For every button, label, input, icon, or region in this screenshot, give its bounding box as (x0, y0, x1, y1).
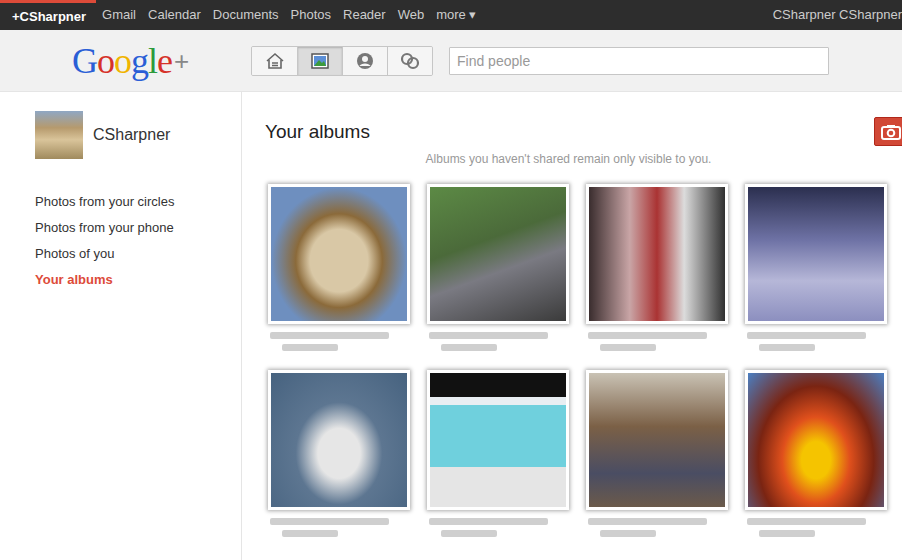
caption-blur (270, 332, 389, 339)
circles-icon[interactable] (399, 52, 421, 70)
profile-view-button[interactable] (342, 47, 387, 75)
album-caption (586, 324, 728, 351)
more-arrow-icon[interactable]: ▾ (469, 7, 476, 22)
logo-text[interactable]: Google (72, 41, 172, 81)
caption-blur (429, 518, 548, 525)
album-cover[interactable] (586, 370, 728, 510)
album-caption (268, 510, 410, 537)
app-link[interactable]: Calendar (142, 0, 207, 30)
albums-panel: Your albums Albums you haven't shared re… (242, 92, 902, 560)
profile-link[interactable]: +CSharpner (0, 0, 96, 30)
sidebar-menu: Photos from your circlesPhotos from your… (35, 189, 241, 293)
account-name[interactable]: CSharpner CSharpner (763, 0, 902, 30)
caption-blur (282, 344, 338, 351)
profile-icon[interactable] (355, 52, 375, 70)
caption-blur (282, 530, 338, 537)
search-field[interactable] (449, 47, 829, 75)
avatar-photo[interactable] (35, 111, 83, 159)
caption-blur (747, 332, 866, 339)
album-caption (427, 510, 569, 537)
top-bar: +CSharpner GmailCalendarDocumentsPhotosR… (0, 0, 902, 30)
sidebar-item[interactable]: Your albums (35, 267, 241, 293)
album-cover[interactable] (427, 370, 569, 510)
album-caption (745, 510, 887, 537)
circles-view-button[interactable] (387, 47, 432, 75)
more-menu[interactable]: more ▾ (430, 0, 482, 30)
album-caption (745, 324, 887, 351)
album-caption (427, 324, 569, 351)
album-tile[interactable] (745, 370, 887, 542)
album-tile[interactable] (427, 184, 569, 356)
caption-blur (429, 332, 548, 339)
caption-blur (588, 518, 707, 525)
profile-name[interactable]: CSharpner (93, 123, 170, 147)
album-tile[interactable] (427, 370, 569, 542)
caption-blur (441, 344, 497, 351)
caption-blur (441, 530, 497, 537)
album-cover[interactable] (586, 184, 728, 324)
caption-blur (600, 344, 656, 351)
page-title: Your albums (265, 120, 902, 144)
sidebar-item[interactable]: Photos of you (35, 241, 241, 267)
app-link[interactable]: Gmail (96, 0, 142, 30)
logo-plus[interactable]: + (174, 41, 188, 81)
photos-icon[interactable] (310, 52, 330, 70)
app-link[interactable]: Photos (285, 0, 337, 30)
album-cover[interactable] (268, 184, 410, 324)
caption-blur (747, 518, 866, 525)
caption-blur (270, 518, 389, 525)
header: Google+ (0, 30, 902, 92)
album-cover[interactable] (745, 184, 887, 324)
album-caption (586, 510, 728, 537)
caption-blur (759, 344, 815, 351)
upload-button[interactable] (874, 117, 902, 146)
album-cover[interactable] (745, 370, 887, 510)
privacy-note: Albums you haven't shared remain only vi… (265, 150, 902, 168)
view-switcher (251, 46, 433, 76)
album-grid (265, 184, 902, 542)
album-tile[interactable] (745, 184, 887, 356)
sidebar-item[interactable]: Photos from your phone (35, 215, 241, 241)
sidebar: CSharpner Photos from your circlesPhotos… (0, 92, 242, 560)
album-tile[interactable] (586, 370, 728, 542)
album-tile[interactable] (586, 184, 728, 356)
app-link[interactable]: Reader (337, 0, 392, 30)
caption-blur (759, 530, 815, 537)
app-link[interactable]: Documents (207, 0, 285, 30)
sidebar-item[interactable]: Photos from your circles (35, 189, 241, 215)
stream-icon[interactable] (265, 52, 285, 70)
album-tile[interactable] (268, 184, 410, 356)
app-link[interactable]: Web (392, 0, 431, 30)
stream-view-button[interactable] (252, 47, 297, 75)
google-plus-logo[interactable]: Google+ (0, 41, 251, 81)
album-cover[interactable] (427, 184, 569, 324)
caption-blur (588, 332, 707, 339)
photos-view-button[interactable] (297, 47, 342, 75)
album-caption (268, 324, 410, 351)
album-tile[interactable] (268, 370, 410, 542)
more-label[interactable]: more (436, 7, 466, 22)
camera-icon[interactable] (881, 124, 901, 140)
caption-blur (600, 530, 656, 537)
app-links: GmailCalendarDocumentsPhotosReaderWeb (96, 0, 430, 30)
album-cover[interactable] (268, 370, 410, 510)
